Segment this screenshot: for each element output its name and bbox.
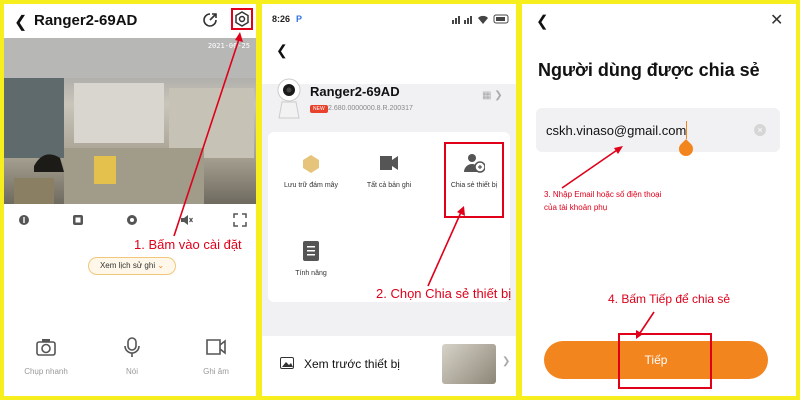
annotation-step-3-line2: của tài khoản phụ	[544, 203, 608, 212]
image-icon	[280, 357, 294, 369]
talk-label: Nói	[125, 367, 138, 376]
video-record-icon	[206, 339, 226, 355]
camera-icon	[36, 339, 56, 356]
device-preview-label: Xem trước thiết bị	[304, 357, 400, 371]
device-settings-screen: 8:26 P ❮ Ranger2-69AD NEW 2.680.0000000.…	[262, 4, 516, 396]
annotation-step-4: 4. Bấm Tiếp để chia sẻ	[608, 292, 731, 306]
camera-live-screen: ❮ Ranger2-69AD 2021-06-25 1. Bấm vào cài…	[4, 4, 256, 396]
talk-button[interactable]: Nói	[102, 337, 162, 376]
next-button-highlight	[618, 333, 712, 389]
microphone-icon	[124, 337, 140, 357]
chevron-right-icon: ❯	[502, 356, 511, 367]
snapshot-button[interactable]: Chụp nhanh	[16, 337, 76, 376]
device-preview-row[interactable]: Xem trước thiết bị ❯	[262, 336, 516, 396]
record-label: Ghi âm	[203, 367, 229, 376]
annotation-step-3-line1: 3. Nhập Email hoặc số điện thoại	[544, 190, 662, 199]
share-user-screen: ❮ ✕ Người dùng được chia sẻ cskh.vinaso@…	[522, 4, 796, 396]
snapshot-label: Chụp nhanh	[24, 367, 68, 376]
record-button[interactable]: Ghi âm	[186, 337, 246, 376]
history-button-label: Xem lịch sử ghi	[99, 261, 156, 270]
chevron-down-icon: ⌄	[157, 261, 165, 270]
history-button[interactable]: Xem lịch sử ghi ⌄	[88, 257, 176, 275]
device-preview-thumbnail	[442, 344, 496, 384]
